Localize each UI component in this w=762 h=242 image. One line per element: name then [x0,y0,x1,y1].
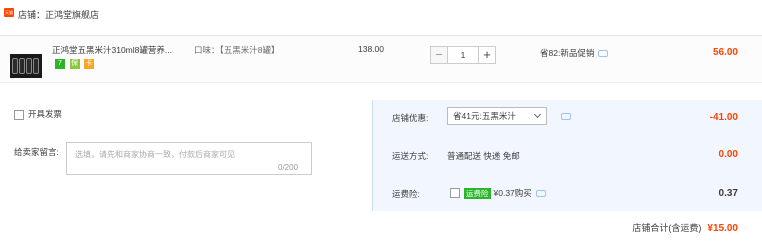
store-discount-label: 店铺优惠: [392,113,429,123]
shipping-amount: 0.00 [718,149,738,160]
message-placeholder: 选填，请先和商家协商一致，付款后商家可见 [75,150,235,159]
insurance-amount: 0.37 [718,188,738,199]
invoice-option: 开具发票 [14,108,62,120]
decrement-button[interactable]: − [430,46,448,64]
insurance-price: ¥0.37购买 [493,188,532,198]
guarantee-icon[interactable]: 保 [69,59,80,69]
store-total-label: 店铺合计(含运费) [632,223,702,233]
seven-day-return-icon[interactable]: 7 [55,59,65,69]
card-payment-icon[interactable]: 卡 [84,59,95,69]
product-thumbnail[interactable] [10,54,42,78]
can-graphic [19,58,25,74]
service-icons: 7 保 卡 [55,59,96,69]
insurance-label: 运费险: [392,189,420,199]
invoice-label: 开具发票 [28,109,63,119]
store-discount-value: 省41元:五黑米汁 [453,111,516,121]
insurance-badge: 运费险 [464,187,491,199]
unit-price: 138.00 [358,44,384,54]
chat-icon[interactable] [561,113,571,120]
chevron-down-icon [533,110,542,119]
quantity-stepper: − 1 + [430,46,496,64]
increment-button[interactable]: + [478,46,496,64]
insurance-option: 运费险 ¥0.37购买 [450,187,546,199]
store-total-amount: ¥15.00 [707,223,738,234]
chat-icon[interactable] [598,50,609,58]
can-graphic [26,58,32,74]
store-discount-select[interactable]: 省41元:五黑米汁 [447,107,547,125]
item-row [0,35,762,83]
tmall-store-icon: 天猫 [4,8,14,17]
shipping-method: 普通配送 快递 免邮 [447,151,520,161]
store-name[interactable]: 店铺：正鸿堂旗舰店 [18,8,99,21]
promotion-info: 省82:新品促销 [540,47,609,59]
insurance-checkbox[interactable] [450,188,460,198]
message-char-count: 0/200 [278,163,299,172]
promotion-label: 省82:新品促销 [540,48,595,58]
chat-icon[interactable] [535,189,546,197]
can-graphic [33,58,39,74]
product-title[interactable]: 正鸿堂五黑米汁310ml8罐营养... [52,44,192,56]
invoice-checkbox[interactable] [14,109,24,120]
can-graphic [12,58,18,74]
store-total: 店铺合计(含运费) ¥15.00 [632,221,738,234]
product-sku: 口味：【五黑米汁8罐】 [194,45,280,55]
quantity-input[interactable]: 1 [448,46,478,64]
message-label: 给卖家留言: [14,147,59,157]
shipping-label: 运送方式: [392,151,429,161]
discount-amount: -41.00 [709,112,738,123]
item-subtotal: 56.00 [712,47,738,58]
